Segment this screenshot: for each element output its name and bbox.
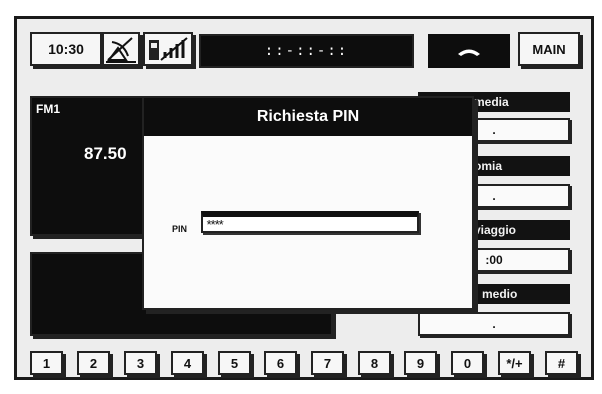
status-display: ::-::-:: bbox=[199, 34, 414, 68]
key-5[interactable]: 5 bbox=[218, 351, 251, 375]
key-6[interactable]: 6 bbox=[264, 351, 297, 375]
main-button-label: MAIN bbox=[532, 41, 566, 57]
pin-dialog-title: Richiesta PIN bbox=[256, 108, 360, 125]
radio-frequency: 87.50 bbox=[84, 144, 127, 163]
radio-panel[interactable]: FM1 87.50 bbox=[30, 96, 147, 236]
key-3[interactable]: 3 bbox=[124, 351, 157, 375]
pin-input-value: **** bbox=[206, 216, 223, 232]
radio-band: FM1 bbox=[36, 102, 60, 116]
satellite-dish-icon[interactable] bbox=[102, 32, 140, 66]
phone-hangup-button[interactable] bbox=[428, 34, 510, 68]
key-7[interactable]: 7 bbox=[311, 351, 344, 375]
phone-handset-icon bbox=[458, 49, 480, 56]
phone-signal-icon[interactable] bbox=[143, 32, 193, 66]
clock-button[interactable]: 10:30 bbox=[30, 32, 102, 66]
key-1[interactable]: 1 bbox=[30, 351, 63, 375]
key-0[interactable]: 0 bbox=[451, 351, 484, 375]
pin-dialog: Richiesta PIN PIN **** bbox=[142, 96, 474, 310]
pin-input[interactable]: **** bbox=[201, 211, 419, 233]
clock-text: 10:30 bbox=[48, 41, 84, 57]
key-2[interactable]: 2 bbox=[77, 351, 110, 375]
main-button[interactable]: MAIN bbox=[518, 32, 580, 66]
key-4[interactable]: 4 bbox=[171, 351, 204, 375]
pin-dialog-title-bar: Richiesta PIN bbox=[144, 98, 472, 136]
key-8[interactable]: 8 bbox=[358, 351, 391, 375]
status-display-text: ::-::-:: bbox=[264, 43, 349, 59]
trip-value-medium[interactable]: . bbox=[418, 312, 570, 336]
key-star-plus[interactable]: */+ bbox=[498, 351, 531, 375]
pin-label: PIN bbox=[172, 224, 188, 234]
key-hash[interactable]: # bbox=[545, 351, 578, 375]
key-9[interactable]: 9 bbox=[404, 351, 437, 375]
